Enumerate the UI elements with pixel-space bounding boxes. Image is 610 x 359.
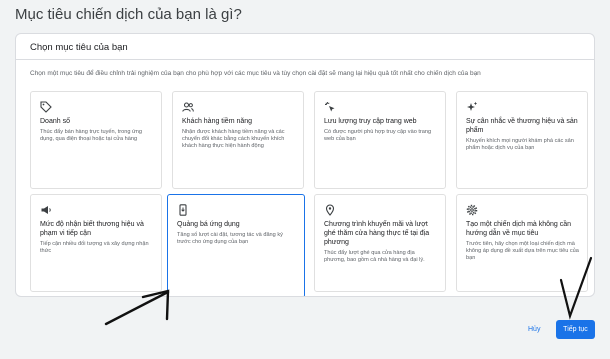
goal-panel: Chọn mục tiêu của bạn Chọn một mục tiêu … bbox=[15, 33, 595, 297]
goal-description: Tăng số lượt cài đặt, tương tác và đăng … bbox=[177, 232, 283, 246]
goal-description: Nhận được khách hàng tiềm năng và các ch… bbox=[182, 129, 285, 150]
goal-card-website-traffic[interactable]: Lưu lượng truy cập trang web Có được ngư… bbox=[314, 91, 446, 189]
goal-title: Doanh số bbox=[40, 118, 70, 125]
goal-card-leads[interactable]: Khách hàng tiềm năng Nhận được khách hàn… bbox=[172, 91, 304, 189]
goal-title: Chương trình khuyến mãi và lượt ghé thăm… bbox=[324, 221, 430, 246]
goal-title: Sự cân nhắc về thương hiệu và sản phẩm bbox=[466, 118, 578, 134]
goal-card-local-store-visits[interactable]: Chương trình khuyến mãi và lượt ghé thăm… bbox=[314, 194, 446, 292]
location-pin-icon bbox=[325, 204, 335, 216]
people-icon bbox=[182, 102, 194, 112]
goal-title: Quảng bá ứng dụng bbox=[177, 221, 240, 228]
megaphone-icon bbox=[41, 206, 51, 214]
goal-card-app-promotion[interactable]: Quảng bá ứng dụng Tăng số lượt cài đặt, … bbox=[167, 194, 305, 296]
tag-icon bbox=[40, 101, 52, 113]
goal-title: Lưu lượng truy cập trang web bbox=[324, 118, 417, 125]
goal-description: Khuyến khích mọi người khám phá các sản … bbox=[466, 138, 574, 152]
goal-title: Khách hàng tiềm năng bbox=[182, 118, 253, 125]
cancel-button[interactable]: Hủy bbox=[528, 326, 540, 333]
gear-icon bbox=[466, 204, 478, 216]
panel-heading: Chọn mục tiêu của bạn bbox=[16, 34, 594, 60]
panel-subtitle: Chọn một mục tiêu để điều chỉnh trải ngh… bbox=[30, 70, 481, 77]
goal-title: Tạo một chiến dịch mà không cần hướng dẫ… bbox=[466, 221, 572, 237]
goal-card-sales[interactable]: Doanh số Thúc đẩy bán hàng trực tuyến, t… bbox=[30, 91, 162, 189]
goal-description: Tiếp cận nhiều đối tượng và xây dựng nhậ… bbox=[40, 241, 149, 255]
goal-description: Trước tiên, hãy chọn một loại chiến dịch… bbox=[466, 241, 579, 262]
mobile-app-icon bbox=[179, 204, 187, 216]
goal-card-consideration[interactable]: Sự cân nhắc về thương hiệu và sản phẩm K… bbox=[456, 91, 588, 189]
goal-description: Có được người phù hợp truy cập vào trang… bbox=[324, 129, 432, 143]
continue-button[interactable]: Tiếp tục bbox=[556, 320, 595, 339]
goal-card-no-goal[interactable]: Tạo một chiến dịch mà không cần hướng dẫ… bbox=[456, 194, 588, 292]
sparkle-icon bbox=[467, 101, 478, 111]
goal-description: Thúc đẩy bán hàng trực tuyến, trong ứng … bbox=[40, 129, 143, 143]
cursor-click-icon bbox=[325, 102, 335, 112]
goal-card-awareness[interactable]: Mức độ nhận biết thương hiệu và phạm vi … bbox=[30, 194, 162, 292]
page-title: Mục tiêu chiến dịch của bạn là gì? bbox=[15, 6, 242, 23]
goal-description: Thúc đẩy lượt ghé qua cửa hàng địa phươn… bbox=[324, 250, 425, 264]
goal-title: Mức độ nhận biết thương hiệu và phạm vi … bbox=[40, 221, 144, 237]
